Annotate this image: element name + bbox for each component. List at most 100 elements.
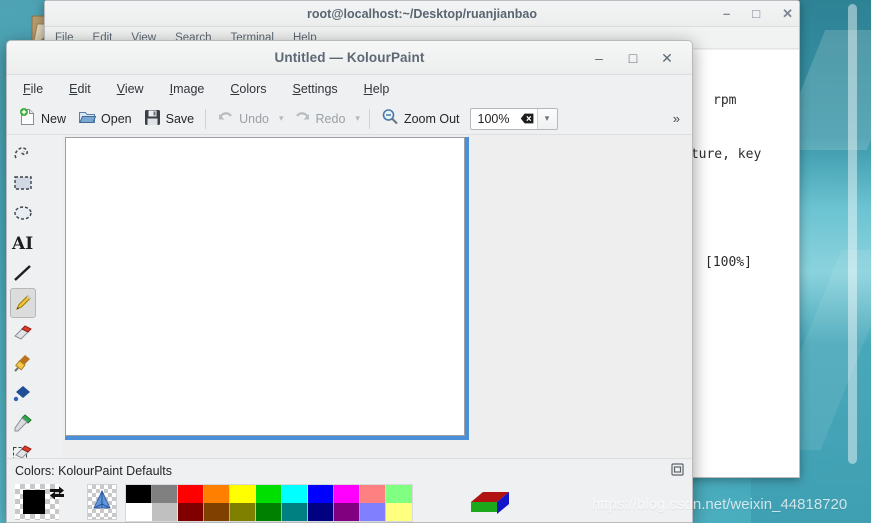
color-swatch[interactable] (178, 503, 204, 521)
zoom-level-value[interactable]: 100% (471, 112, 517, 126)
color-swatch[interactable] (360, 485, 386, 503)
tool-free-form-select[interactable] (10, 138, 36, 168)
tool-line[interactable] (10, 258, 36, 288)
color-dock-header: Colors: KolourPaint Defaults (7, 459, 692, 482)
color-palette-row[interactable] (126, 485, 412, 503)
menu-file-rest: ile (30, 82, 44, 96)
swap-colors-icon[interactable] (48, 485, 66, 503)
menu-help[interactable]: Help (362, 80, 392, 98)
color-swatch[interactable] (282, 503, 308, 521)
color-swatch[interactable] (204, 485, 230, 503)
clear-zoom-icon[interactable] (517, 113, 537, 124)
menubar[interactable]: File Edit View Image Colors Settings Hel… (7, 75, 692, 103)
drawing-canvas[interactable] (65, 137, 465, 436)
color-swatch[interactable] (256, 503, 282, 521)
toolbar-separator (368, 108, 370, 129)
tool-elliptical-select[interactable] (10, 198, 36, 228)
rgb-color-cube-icon[interactable] (467, 484, 513, 518)
undo-arrow-icon (217, 109, 234, 129)
canvas-resize-handle-bottom[interactable] (65, 436, 469, 440)
color-palette[interactable] (125, 484, 413, 522)
color-swatch[interactable] (230, 503, 256, 521)
menu-view[interactable]: View (115, 80, 146, 98)
kolourpaint-titlebar[interactable]: Untitled — KolourPaint – □ ✕ (7, 41, 692, 75)
dual-color-selector[interactable] (15, 484, 73, 520)
canvas-scroll-area[interactable] (63, 135, 692, 458)
tool-text[interactable]: AI (10, 228, 36, 258)
toolbar-overflow-button[interactable]: » (667, 111, 686, 126)
flood-fill-icon (13, 386, 30, 402)
color-swatch[interactable] (178, 485, 204, 503)
new-button[interactable]: New (13, 105, 72, 132)
terminal-line: rpm (713, 93, 737, 108)
tool-eraser[interactable] (10, 318, 36, 348)
open-button[interactable]: Open (72, 105, 138, 132)
tool-color-picker[interactable] (10, 408, 36, 438)
terminal-maximize-button[interactable]: □ (752, 1, 760, 27)
menu-file[interactable]: File (21, 80, 45, 98)
canvas-container[interactable] (65, 137, 469, 440)
open-button-label: Open (101, 111, 132, 126)
save-floppy-icon (144, 109, 161, 129)
color-swatch[interactable] (360, 503, 386, 521)
eraser-icon (14, 325, 32, 340)
color-swatch[interactable] (308, 503, 334, 521)
color-swatch[interactable] (152, 485, 178, 503)
desktop-scrollbar[interactable] (848, 4, 857, 464)
terminal-titlebar[interactable]: root@localhost:~/Desktop/ruanjianbao – □… (45, 1, 799, 27)
tool-rectangular-select[interactable] (10, 168, 36, 198)
color-dock-body[interactable] (7, 482, 692, 522)
zoom-dropdown-icon[interactable]: ▾ (536, 108, 557, 129)
redo-dropdown-icon[interactable]: ▾ (351, 113, 364, 124)
tool-flood-fill[interactable] (10, 378, 36, 408)
menu-edit[interactable]: Edit (67, 80, 93, 98)
close-button[interactable]: ✕ (650, 41, 684, 75)
color-palette-row[interactable] (126, 503, 412, 521)
undo-dropdown-icon[interactable]: ▾ (275, 113, 288, 124)
kolourpaint-window[interactable]: Untitled — KolourPaint – □ ✕ File Edit V… (6, 40, 693, 523)
color-dock[interactable]: Colors: KolourPaint Defaults (7, 458, 692, 522)
kolourpaint-window-controls: – □ ✕ (582, 41, 684, 75)
zoom-out-button[interactable]: Zoom Out (375, 105, 466, 132)
color-swatch[interactable] (282, 485, 308, 503)
new-document-icon (19, 108, 36, 129)
color-swatch[interactable] (152, 503, 178, 521)
float-dock-icon[interactable] (671, 462, 684, 479)
menu-settings-acc: S (292, 82, 301, 96)
rectangular-select-icon (14, 176, 32, 190)
toolbar-separator (205, 108, 207, 129)
redo-button[interactable]: Redo (288, 106, 352, 132)
redo-button-label: Redo (315, 111, 346, 126)
tool-brush[interactable] (10, 348, 36, 378)
color-swatch[interactable] (308, 485, 334, 503)
color-swatch[interactable] (204, 503, 230, 521)
maximize-button[interactable]: □ (616, 41, 650, 75)
color-swatch[interactable] (334, 503, 360, 521)
menu-help-rest: elp (372, 82, 390, 96)
color-swatch[interactable] (334, 485, 360, 503)
color-swatch[interactable] (126, 485, 152, 503)
menu-colors[interactable]: Colors (228, 80, 268, 98)
color-swatch[interactable] (230, 485, 256, 503)
menu-edit-acc: E (69, 82, 78, 96)
terminal-close-button[interactable]: ✕ (782, 1, 793, 27)
zoom-level-combobox[interactable]: 100% ▾ (469, 107, 558, 130)
menu-settings[interactable]: Settings (290, 80, 339, 98)
minimize-button[interactable]: – (582, 41, 616, 75)
free-form-select-icon (14, 147, 28, 159)
undo-button[interactable]: Undo (211, 106, 275, 132)
canvas-resize-handle-right[interactable] (465, 137, 469, 440)
color-swatch[interactable] (386, 503, 412, 521)
tool-palette[interactable]: AI (7, 135, 63, 519)
foreground-color-swatch[interactable] (23, 490, 45, 514)
color-swatch[interactable] (126, 503, 152, 521)
color-swatch[interactable] (256, 485, 282, 503)
zoom-out-label: Zoom Out (403, 111, 460, 126)
color-swatch[interactable] (386, 485, 412, 503)
main-toolbar[interactable]: New Open Save Undo ▾ Redo ▾ Zoom Out 100… (7, 103, 692, 135)
save-button[interactable]: Save (138, 106, 201, 132)
menu-image[interactable]: Image (168, 80, 207, 98)
tool-pen[interactable] (10, 288, 36, 318)
terminal-minimize-button[interactable]: – (723, 1, 730, 27)
transparency-color-selector[interactable] (87, 484, 117, 520)
